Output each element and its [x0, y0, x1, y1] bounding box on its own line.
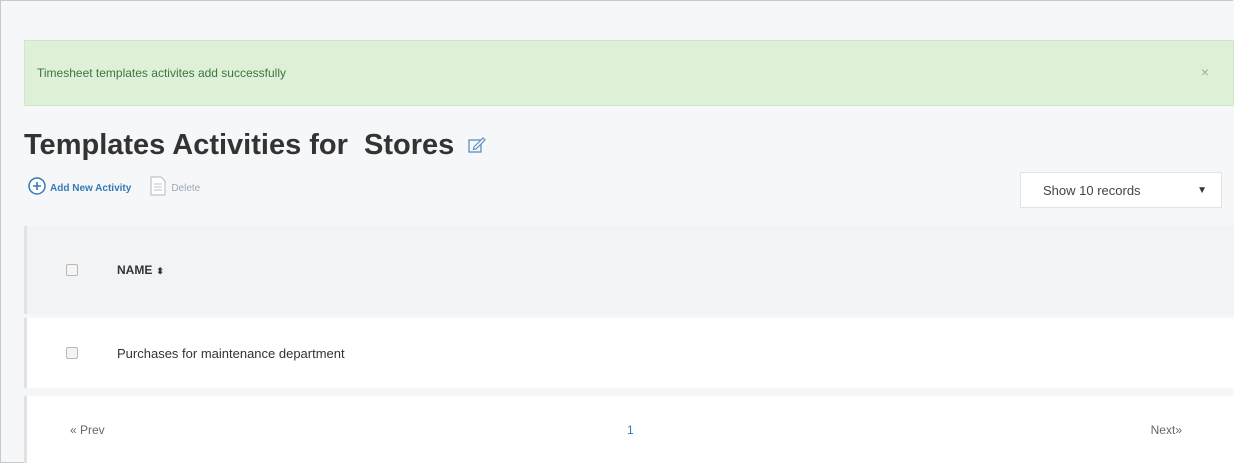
- page-title: Templates Activities for Stores: [24, 127, 487, 162]
- delete-label: Delete: [171, 183, 201, 194]
- alert-message: Timesheet templates activites add succes…: [37, 66, 286, 80]
- column-header-name-label: NAME: [117, 263, 153, 277]
- delete-button[interactable]: Delete: [149, 176, 200, 201]
- success-alert: Timesheet templates activites add succes…: [24, 40, 1234, 106]
- page-title-text: Templates Activities for Stores: [24, 129, 455, 161]
- close-icon[interactable]: ×: [1201, 65, 1209, 79]
- prev-page-link[interactable]: « Prev: [70, 423, 105, 437]
- sort-icon: ⬍: [156, 266, 164, 276]
- table-header: NAME ⬍: [24, 226, 1234, 314]
- records-per-page-value: Show 10 records: [1043, 182, 1141, 198]
- edit-icon[interactable]: [468, 127, 487, 161]
- activity-toolbar: Add New Activity Delete: [28, 176, 200, 201]
- page-number-link[interactable]: 1: [627, 423, 634, 437]
- row-checkbox[interactable]: [66, 347, 78, 359]
- records-per-page-select[interactable]: Show 10 records ▼: [1020, 172, 1222, 208]
- pagination: « Prev 1 Next»: [24, 396, 1234, 463]
- plus-circle-icon: [28, 177, 46, 200]
- add-new-activity-label: Add New Activity: [50, 183, 132, 194]
- select-all-checkbox[interactable]: [66, 264, 78, 276]
- document-icon: [149, 176, 167, 201]
- next-page-link[interactable]: Next»: [1151, 423, 1182, 437]
- row-name-cell[interactable]: Purchases for maintenance department: [117, 346, 345, 361]
- table-row: Purchases for maintenance department: [24, 318, 1234, 388]
- add-new-activity-button[interactable]: Add New Activity: [28, 177, 131, 200]
- column-header-name[interactable]: NAME ⬍: [117, 263, 164, 277]
- caret-down-icon: ▼: [1197, 185, 1207, 196]
